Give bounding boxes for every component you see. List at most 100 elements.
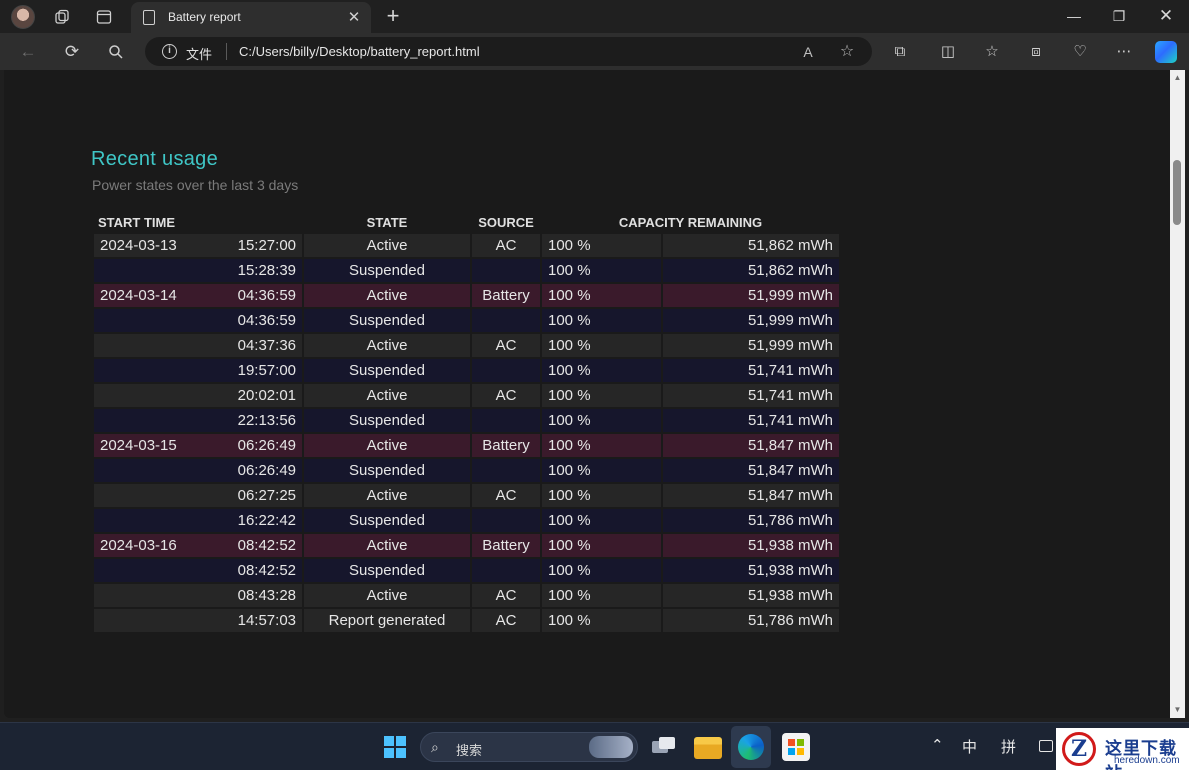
table-row: 04:37:36 Active AC 100 % 51,999 mWh [94, 334, 839, 357]
cell-state: Suspended [304, 409, 470, 432]
cell-source [472, 409, 540, 432]
edge-taskbar-button[interactable] [731, 726, 771, 768]
tray-overflow-icon[interactable]: ⌃ [931, 736, 944, 754]
cell-time: 04:37:36 [237, 337, 296, 354]
cell-time: 14:57:03 [237, 612, 296, 629]
vertical-scrollbar[interactable]: ▲ ▼ [1170, 70, 1185, 718]
ime-mode[interactable]: 中 [962, 736, 977, 757]
cell-capacity-percent: 100 % [542, 459, 661, 482]
taskbar: ⌕ 搜索 ⌃ 中 拼 [0, 722, 1189, 770]
cell-source [472, 509, 540, 532]
cell-source [472, 359, 540, 382]
cell-start-time: 19:57:00 [94, 359, 302, 382]
cell-capacity-mwh: 51,862 mWh [663, 259, 839, 282]
cell-source: AC [472, 609, 540, 632]
cell-state: Active [304, 284, 470, 307]
split-screen-icon[interactable]: ◫ [936, 40, 960, 64]
taskbar-search[interactable]: ⌕ 搜索 [420, 732, 638, 762]
start-button[interactable] [381, 733, 409, 761]
cell-source [472, 309, 540, 332]
table-row: 2024-03-16 08:42:52 Active Battery 100 % 51,9… [94, 534, 839, 557]
more-icon[interactable]: ⋯ [1112, 40, 1136, 64]
browser-window: Battery report ✕ + — ❐ ✕ ← ⟳ i 文件 C:/Use… [0, 0, 1189, 770]
cell-capacity-percent: 100 % [542, 509, 661, 532]
table-row: 2024-03-14 04:36:59 Active Battery 100 % 51,9… [94, 284, 839, 307]
read-aloud-icon[interactable]: A [798, 42, 818, 62]
watermark: Z 这里下载站 heredown.com [1056, 728, 1189, 770]
cell-time: 08:42:52 [237, 537, 296, 554]
search-icon[interactable] [104, 40, 128, 64]
cell-state: Suspended [304, 509, 470, 532]
address-divider [226, 43, 227, 60]
cell-time: 15:28:39 [237, 262, 296, 279]
cell-capacity-mwh: 51,938 mWh [663, 534, 839, 557]
search-placeholder: 搜索 [456, 743, 483, 758]
display-icon[interactable] [1039, 740, 1053, 752]
recent-usage-table: START TIME STATE SOURCE CAPACITY REMAINI… [92, 210, 841, 634]
address-url[interactable]: C:/Users/billy/Desktop/battery_report.ht… [239, 44, 480, 59]
favorite-star-icon[interactable]: ☆ [837, 42, 857, 62]
table-row: 22:13:56 Suspended 100 % 51,741 mWh [94, 409, 839, 432]
cell-state: Active [304, 384, 470, 407]
scrollbar-thumb[interactable] [1173, 160, 1181, 225]
collections-icon[interactable]: ⧈ [1024, 40, 1048, 64]
cell-start-time: 2024-03-15 06:26:49 [94, 434, 302, 457]
cell-start-time: 2024-03-14 04:36:59 [94, 284, 302, 307]
cell-time: 06:26:49 [237, 437, 296, 454]
tab-actions-icon[interactable] [93, 6, 115, 28]
cell-start-time: 08:43:28 [94, 584, 302, 607]
toolbar: ← ⟳ i 文件 C:/Users/billy/Desktop/battery_… [0, 33, 1189, 70]
ime-pinyin[interactable]: 拼 [1001, 736, 1016, 757]
cell-source: AC [472, 334, 540, 357]
cell-source: AC [472, 234, 540, 257]
cell-capacity-percent: 100 % [542, 584, 661, 607]
cell-capacity-mwh: 51,938 mWh [663, 559, 839, 582]
cell-capacity-mwh: 51,938 mWh [663, 584, 839, 607]
minimize-icon[interactable]: — [1056, 4, 1092, 28]
tab-battery-report[interactable]: Battery report ✕ [131, 2, 371, 33]
cell-capacity-mwh: 51,999 mWh [663, 309, 839, 332]
window-close-icon[interactable]: ✕ [1148, 4, 1184, 28]
cell-capacity-mwh: 51,999 mWh [663, 334, 839, 357]
table-row: 19:57:00 Suspended 100 % 51,741 mWh [94, 359, 839, 382]
address-bar[interactable]: i 文件 C:/Users/billy/Desktop/battery_repo… [145, 37, 872, 66]
table-row: 06:27:25 Active AC 100 % 51,847 mWh [94, 484, 839, 507]
cell-capacity-mwh: 51,741 mWh [663, 384, 839, 407]
cell-start-time: 2024-03-13 15:27:00 [94, 234, 302, 257]
cell-start-time: 14:57:03 [94, 609, 302, 632]
watermark-en: heredown.com [1114, 755, 1180, 766]
refresh-icon[interactable]: ⟳ [60, 40, 84, 64]
extensions-icon[interactable]: ⧉ [888, 40, 912, 64]
back-icon[interactable]: ← [16, 40, 40, 64]
page-icon [143, 10, 155, 25]
scroll-up-icon[interactable]: ▲ [1173, 74, 1182, 82]
col-source: SOURCE [478, 214, 534, 230]
cell-time: 08:43:28 [237, 587, 296, 604]
cell-capacity-percent: 100 % [542, 234, 661, 257]
cell-source: Battery [472, 534, 540, 557]
cell-date: 2024-03-15 [100, 437, 177, 454]
browser-essentials-icon[interactable]: ♡ [1068, 40, 1092, 64]
store-icon[interactable] [782, 733, 810, 761]
cell-capacity-percent: 100 % [542, 609, 661, 632]
table-body: 2024-03-13 15:27:00 Active AC 100 % 51,862 mW… [94, 234, 839, 632]
favorites-icon[interactable]: ☆ [980, 40, 1004, 64]
copilot-icon[interactable] [1155, 41, 1177, 63]
file-explorer-icon[interactable] [694, 737, 722, 759]
task-view-icon[interactable] [650, 733, 678, 761]
new-tab-icon[interactable]: + [381, 3, 405, 29]
scroll-down-icon[interactable]: ▼ [1173, 706, 1182, 714]
cell-time: 15:27:00 [237, 237, 296, 254]
maximize-icon[interactable]: ❐ [1101, 4, 1137, 28]
profile-avatar[interactable] [11, 5, 35, 29]
cell-state: Suspended [304, 559, 470, 582]
search-highlight-art [589, 736, 633, 758]
cell-start-time: 16:22:42 [94, 509, 302, 532]
table-row: 2024-03-15 06:26:49 Active Battery 100 % 51,8… [94, 434, 839, 457]
edge-icon [738, 734, 764, 760]
close-icon[interactable]: ✕ [345, 8, 363, 26]
info-icon[interactable]: i [162, 44, 177, 59]
cell-source [472, 559, 540, 582]
cell-time: 16:22:42 [237, 512, 296, 529]
workspaces-icon[interactable] [51, 6, 73, 28]
